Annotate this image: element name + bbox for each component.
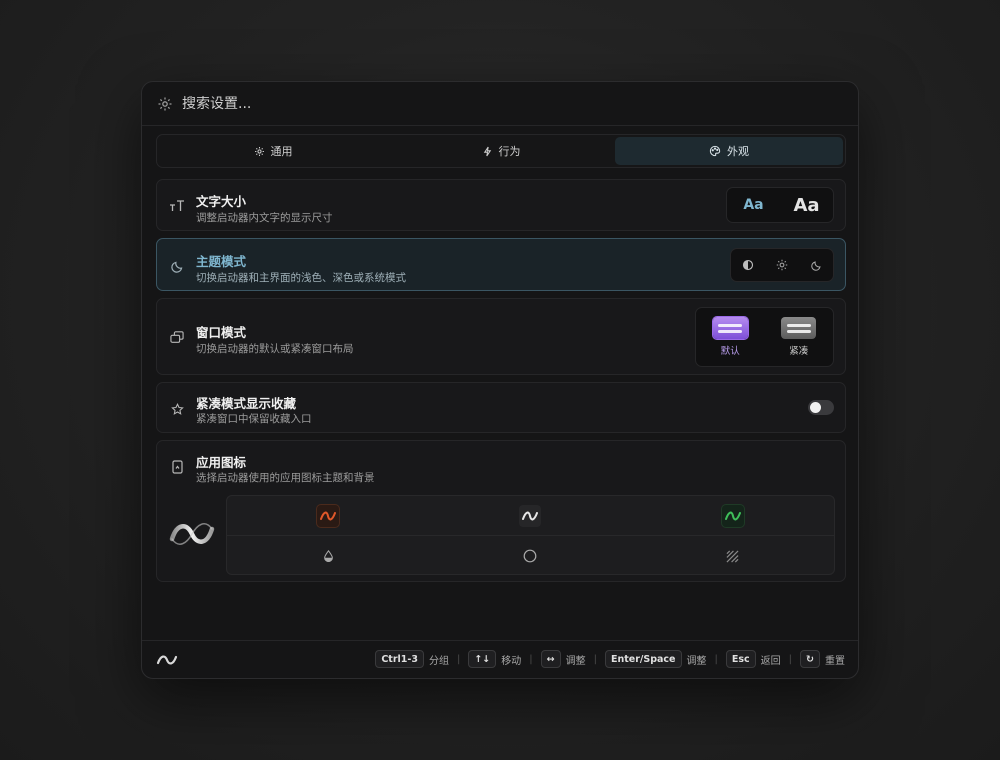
tab-appearance[interactable]: 外观	[615, 137, 843, 165]
setting-title: 应用图标	[196, 455, 247, 470]
reset-key[interactable]: ↻	[800, 650, 820, 668]
icon-theme-row	[227, 496, 834, 536]
tab-bar: 通用 行为 外观	[156, 134, 846, 168]
default-window-thumbnail	[712, 317, 748, 339]
shortcut-key: ↔	[540, 650, 561, 668]
shortcut-label: 重置	[825, 655, 845, 667]
shortcut-key: Enter/Space	[604, 650, 682, 668]
icon-background-row	[227, 536, 834, 576]
theme-mode-selector	[730, 248, 834, 282]
icon-theme-silver[interactable]	[429, 496, 631, 535]
tab-label: 行为	[498, 145, 521, 158]
theme-system-option[interactable]	[731, 259, 765, 271]
window-compact-option[interactable]: 紧凑	[765, 317, 834, 357]
setting-window-mode: 窗口模式 切换启动器的默认或紧凑窗口布局 默认 紧凑	[156, 298, 846, 375]
icon-theme-orange[interactable]	[227, 496, 429, 535]
shortcut-label: 调整	[686, 655, 707, 667]
app-icon-options	[226, 495, 835, 575]
contrast-icon	[742, 259, 754, 271]
font-size-selector: Aa Aa	[726, 187, 834, 223]
stripes-icon	[726, 550, 739, 562]
separator: |	[714, 653, 718, 665]
app-icon-preview	[169, 519, 215, 549]
palette-icon	[709, 145, 721, 157]
separator: |	[529, 653, 533, 665]
font-size-small-option[interactable]: Aa	[727, 197, 780, 213]
setting-compact-favorites: 紧凑模式显示收藏 紧凑窗口中保留收藏入口	[156, 382, 846, 433]
setting-description: 调整启动器内文字的显示尺寸	[196, 212, 333, 224]
settings-window: 通用 行为 外观 文字大小 调整启动器内文字的显示尺寸 Aa Aa 主题模式 切…	[141, 81, 859, 679]
tab-label: 外观	[727, 145, 749, 158]
wave-icon	[519, 504, 542, 527]
moon-icon	[169, 258, 185, 274]
compact-window-thumbnail	[781, 317, 817, 339]
sun-icon	[776, 259, 788, 271]
window-stack-icon	[169, 329, 185, 345]
droplet-icon	[323, 550, 333, 562]
wave-icon	[317, 504, 340, 527]
tab-general[interactable]: 通用	[159, 137, 387, 165]
setting-theme-mode: 主题模式 切换启动器和主界面的浅色、深色或系统模式	[156, 238, 846, 291]
icon-background-circle[interactable]	[429, 536, 631, 576]
font-size-large-option[interactable]: Aa	[780, 195, 833, 216]
separator: |	[456, 653, 461, 665]
text-size-icon	[169, 198, 185, 214]
icon-background-stripes[interactable]	[632, 536, 834, 576]
icon-theme-green[interactable]	[632, 496, 834, 535]
circle-icon	[524, 549, 537, 563]
setting-app-icon: 应用图标 选择启动器使用的应用图标主题和背景	[156, 440, 846, 582]
app-logo-icon	[156, 655, 178, 665]
search-bar	[142, 82, 858, 126]
wave-icon	[721, 504, 744, 527]
theme-dark-option[interactable]	[799, 260, 833, 271]
star-icon	[169, 401, 185, 417]
shortcut-label: 分组	[428, 655, 449, 667]
gear-icon	[254, 146, 264, 156]
window-mode-selector: 默认 紧凑	[695, 307, 834, 367]
toggle-knob	[810, 402, 821, 413]
setting-title: 主题模式	[196, 254, 247, 269]
moon-icon	[810, 260, 821, 271]
setting-title: 窗口模式	[196, 325, 247, 340]
shortcut-label: 移动	[501, 655, 522, 667]
window-default-option[interactable]: 默认	[696, 317, 765, 357]
setting-description: 紧凑窗口中保留收藏入口	[196, 413, 312, 425]
option-label: 紧凑	[789, 346, 809, 357]
shortcut-key: Ctrl1-3	[375, 650, 424, 668]
shortcut-key: ↑↓	[468, 650, 497, 668]
shortcut-key: Esc	[725, 650, 756, 668]
separator: |	[788, 653, 793, 665]
gear-icon	[157, 96, 173, 112]
setting-description: 切换启动器的默认或紧凑窗口布局	[196, 343, 354, 355]
option-label: 默认	[720, 346, 740, 357]
tab-label: 通用	[270, 145, 293, 158]
shortcut-label: 调整	[565, 655, 586, 667]
bolt-icon	[483, 146, 491, 156]
setting-description: 选择启动器使用的应用图标主题和背景	[196, 472, 375, 484]
setting-font-size: 文字大小 调整启动器内文字的显示尺寸 Aa Aa	[156, 179, 846, 231]
separator: |	[593, 653, 597, 665]
setting-title: 文字大小	[196, 194, 247, 209]
theme-light-option[interactable]	[765, 259, 799, 271]
tab-behavior[interactable]: 行为	[387, 137, 615, 165]
footer-bar: Ctrl1-3 分组 | ↑↓ 移动 | ↔ 调整 | Enter/Space …	[142, 640, 858, 678]
setting-description: 切换启动器和主界面的浅色、深色或系统模式	[196, 272, 406, 284]
phone-app-icon	[169, 459, 185, 475]
icon-background-drop[interactable]	[227, 536, 429, 576]
setting-title: 紧凑模式显示收藏	[196, 396, 297, 411]
search-input[interactable]	[182, 95, 582, 112]
shortcut-hints: Ctrl1-3 分组 | ↑↓ 移动 | ↔ 调整 | Enter/Space …	[375, 650, 845, 668]
shortcut-label: 返回	[760, 655, 781, 667]
compact-favorites-toggle[interactable]	[808, 400, 834, 415]
